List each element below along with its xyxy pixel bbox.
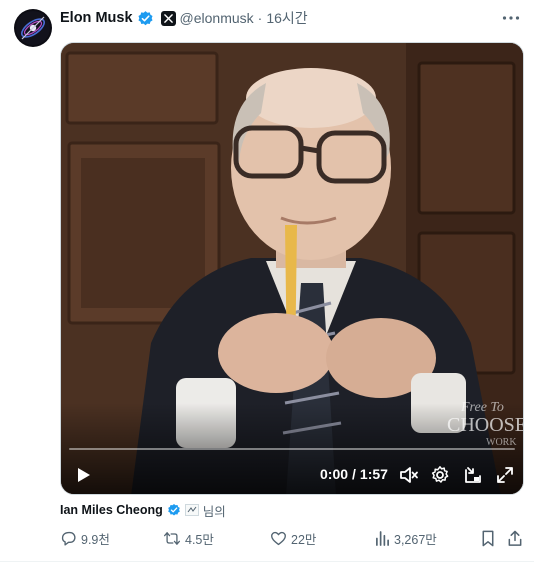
video-controls: 0:00 / 1:57 — [61, 461, 523, 489]
duration: 1:57 — [359, 466, 388, 482]
separator: · — [257, 10, 263, 26]
video-player[interactable]: Free To CHOOSE WORK 0:00 / 1:57 — [60, 42, 524, 495]
video-progress-bar[interactable] — [69, 448, 515, 450]
like-count: 22만 — [291, 532, 317, 547]
repost-button[interactable]: 4.5만 — [163, 528, 214, 548]
attribution-name[interactable]: Ian Miles Cheong — [60, 503, 163, 517]
more-icon[interactable] — [500, 8, 522, 28]
settings-icon[interactable] — [430, 465, 450, 485]
verified-badge-icon — [167, 503, 181, 517]
like-icon — [270, 530, 287, 547]
reply-count: 9.9천 — [81, 532, 110, 547]
tweet-actions: 9.9천 4.5만 22만 3,267만 — [60, 528, 530, 548]
share-button[interactable] — [507, 528, 523, 548]
tweet-header: Elon Musk @elonmusk · 16시간 — [60, 8, 308, 28]
current-time: 0:00 — [320, 466, 349, 482]
video-attribution[interactable]: Ian Miles Cheong 님의 — [60, 502, 226, 519]
like-button[interactable]: 22만 — [270, 528, 316, 548]
flag-icon — [184, 504, 199, 516]
watermark-line1: Free To — [460, 400, 504, 415]
watermark-line3: WORK — [486, 437, 517, 448]
views-count: 3,267만 — [394, 532, 437, 547]
tweet[interactable]: Elon Musk @elonmusk · 16시간 Free To CHOOS… — [0, 0, 534, 562]
views-button[interactable]: 3,267만 — [375, 528, 437, 548]
verified-badge-icon — [137, 10, 154, 27]
repost-count: 4.5만 — [185, 532, 214, 547]
bookmark-icon — [480, 530, 496, 547]
watermark-line2: CHOOSE — [447, 414, 524, 436]
repost-icon — [163, 530, 181, 547]
attribution-suffix: 님의 — [202, 504, 226, 519]
share-icon — [507, 530, 523, 547]
play-icon[interactable] — [73, 465, 93, 485]
time-separator: / — [352, 466, 356, 482]
views-icon — [375, 530, 390, 547]
timestamp[interactable]: 16시간 — [266, 8, 307, 28]
mute-icon[interactable] — [399, 465, 419, 485]
pip-icon[interactable] — [463, 465, 483, 485]
bookmark-button[interactable] — [480, 528, 496, 548]
video-frame: Free To CHOOSE WORK — [61, 43, 524, 494]
author-name[interactable]: Elon Musk — [60, 10, 133, 26]
avatar[interactable] — [14, 9, 52, 47]
fullscreen-icon[interactable] — [495, 465, 515, 485]
reply-button[interactable]: 9.9천 — [60, 528, 110, 548]
author-handle[interactable]: @elonmusk — [180, 10, 254, 26]
video-timecode: 0:00 / 1:57 — [320, 466, 388, 482]
x-affiliate-icon — [160, 10, 176, 26]
reply-icon — [60, 530, 77, 547]
